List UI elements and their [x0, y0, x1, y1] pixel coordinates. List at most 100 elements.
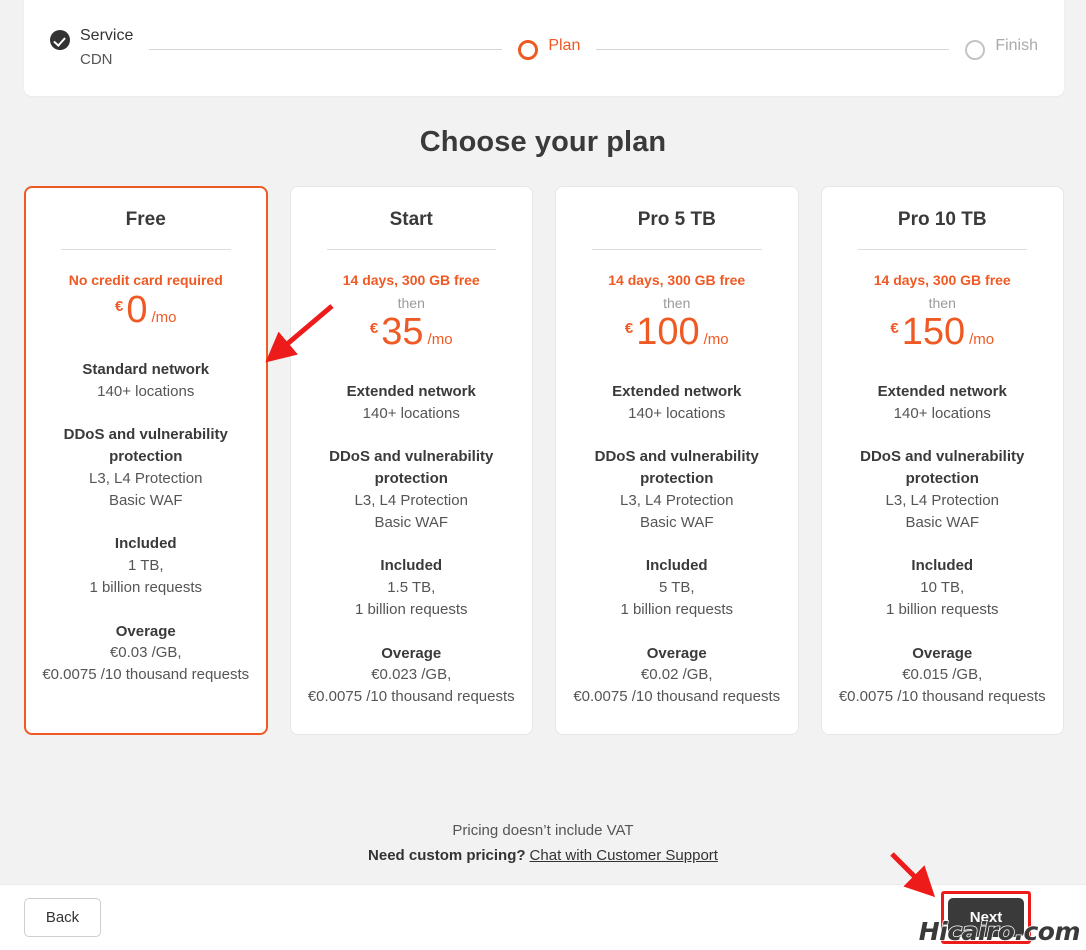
feature-overage: Overage €0.03 /GB, €0.0075 /10 thousand … [39, 621, 253, 686]
feature-line: €0.0075 /10 thousand requests [42, 666, 250, 684]
currency-symbol: € [369, 319, 379, 337]
feature-included: Included 5 TB, 1 billion requests [570, 555, 784, 620]
plan-name: Pro 5 TB [637, 209, 716, 230]
feature-line: L3, L4 Protection [885, 491, 999, 509]
feature-title: Extended network [612, 382, 742, 400]
feature-line: €0.015 /GB, [902, 666, 983, 684]
feature-title: DDoS and vulnerability protection [594, 448, 759, 488]
feature-line: L3, L4 Protection [89, 469, 203, 487]
currency-symbol: € [115, 297, 124, 315]
feature-line: Basic WAF [639, 513, 714, 531]
step-finish-text: Finish [995, 36, 1038, 57]
stepper-connector-2 [596, 48, 950, 50]
feature-line: 140+ locations [362, 404, 460, 422]
feature-network: Extended network 140+ locations [305, 381, 519, 425]
feature-title: Overage [646, 644, 707, 662]
feature-title: Overage [912, 644, 973, 662]
plan-card-start[interactable]: Start 14 days, 300 GB free then € 35 /mo… [289, 186, 533, 735]
step-service-text: Service CDN [80, 26, 133, 69]
plan-card-free[interactable]: Free No credit card required € 0 /mo Sta… [24, 186, 268, 735]
feature-line: L3, L4 Protection [620, 491, 734, 509]
page-title: Choose your plan [419, 126, 667, 158]
stepper: Service CDN Plan Finish [24, 0, 1064, 96]
step-service[interactable]: Service CDN [50, 26, 133, 69]
plan-name: Pro 10 TB [897, 209, 987, 230]
customer-support-link[interactable]: Chat with Customer Support [530, 847, 718, 864]
step-finish-title: Finish [995, 37, 1039, 54]
plan-then: then [663, 294, 691, 311]
feature-line: 140+ locations [893, 404, 991, 422]
feature-line: 5 TB, [658, 579, 695, 597]
feature-included: Included 10 TB, 1 billion requests [836, 555, 1050, 620]
feature-title: Overage [115, 622, 176, 640]
feature-line: 140+ locations [97, 382, 195, 400]
plan-promo: 14 days, 300 GB free [608, 272, 746, 288]
plan-price: € 100 /mo [570, 313, 784, 359]
feature-line: 140+ locations [628, 404, 726, 422]
feature-title: Included [114, 535, 177, 553]
step-service-title: Service [80, 27, 134, 45]
feature-line: €0.023 /GB, [371, 666, 452, 684]
feature-line: Basic WAF [905, 513, 980, 531]
feature-protection: DDoS and vulnerability protection L3, L4… [305, 446, 519, 533]
step-plan-text: Plan [548, 36, 580, 57]
circle-icon [518, 40, 539, 60]
feature-line: 1 TB, [127, 557, 164, 575]
price-period: /mo [427, 330, 453, 348]
plan-promo: No credit card required [68, 272, 223, 288]
feature-protection: DDoS and vulnerability protection L3, L4… [39, 424, 253, 511]
step-finish: Finish [965, 36, 1038, 60]
price-period: /mo [969, 330, 995, 348]
feature-line: 1 billion requests [354, 600, 468, 618]
feature-line: 10 TB, [920, 579, 965, 597]
feature-protection: DDoS and vulnerability protection L3, L4… [836, 446, 1050, 533]
currency-symbol: € [624, 319, 634, 337]
feature-line: €0.0075 /10 thousand requests [838, 688, 1046, 706]
custom-pricing-label: Need custom pricing? [368, 847, 526, 864]
feature-line: 1 billion requests [885, 600, 999, 618]
feature-line: €0.03 /GB, [109, 644, 182, 662]
feature-network: Standard network 140+ locations [39, 359, 253, 403]
back-button[interactable]: Back [24, 898, 101, 937]
feature-network: Extended network 140+ locations [836, 381, 1050, 425]
plan-promo: 14 days, 300 GB free [342, 272, 480, 288]
vat-note: Pricing doesn’t include VAT [452, 822, 634, 839]
feature-title: DDoS and vulnerability protection [860, 448, 1025, 488]
plan-then: then [397, 294, 425, 311]
plan-card-pro-10tb[interactable]: Pro 10 TB 14 days, 300 GB free then € 15… [820, 186, 1064, 735]
plan-name: Start [389, 209, 433, 230]
step-service-sub: CDN [80, 51, 113, 69]
feature-line: Basic WAF [374, 513, 449, 531]
feature-line: L3, L4 Protection [354, 491, 468, 509]
price-amount: 100 [636, 310, 700, 353]
step-plan-title: Plan [548, 37, 581, 54]
feature-title: Included [911, 557, 974, 575]
watermark: Hicairo.com [918, 916, 1081, 947]
feature-network: Extended network 140+ locations [570, 381, 784, 425]
step-plan[interactable]: Plan [518, 36, 580, 60]
feature-line: Basic WAF [108, 491, 183, 509]
plan-card-pro-5tb[interactable]: Pro 5 TB 14 days, 300 GB free then € 100… [555, 186, 799, 735]
stepper-panel: Service CDN Plan Finish [24, 0, 1064, 96]
feature-included: Included 1.5 TB, 1 billion requests [305, 555, 519, 620]
price-amount: 0 [126, 288, 148, 331]
feature-title: Overage [381, 644, 442, 662]
feature-line: 1 billion requests [620, 600, 734, 618]
divider [857, 249, 1027, 250]
feature-line: 1 billion requests [89, 578, 203, 596]
feature-overage: Overage €0.015 /GB, €0.0075 /10 thousand… [836, 643, 1050, 708]
plan-price: € 150 /mo [836, 313, 1050, 359]
feature-line: €0.0075 /10 thousand requests [573, 688, 781, 706]
circle-icon [965, 40, 986, 60]
price-amount: 150 [901, 310, 966, 353]
feature-title: DDoS and vulnerability protection [63, 426, 228, 466]
plan-name: Free [125, 209, 166, 230]
feature-line: €0.0075 /10 thousand requests [307, 688, 515, 706]
custom-pricing-note: Need custom pricing? Chat with Customer S… [0, 847, 1086, 864]
feature-line: 1.5 TB, [387, 579, 436, 597]
feature-protection: DDoS and vulnerability protection L3, L4… [570, 446, 784, 533]
feature-title: DDoS and vulnerability protection [329, 448, 494, 488]
divider [592, 249, 762, 250]
plan-price: € 35 /mo [305, 313, 519, 359]
price-amount: 35 [381, 310, 424, 353]
